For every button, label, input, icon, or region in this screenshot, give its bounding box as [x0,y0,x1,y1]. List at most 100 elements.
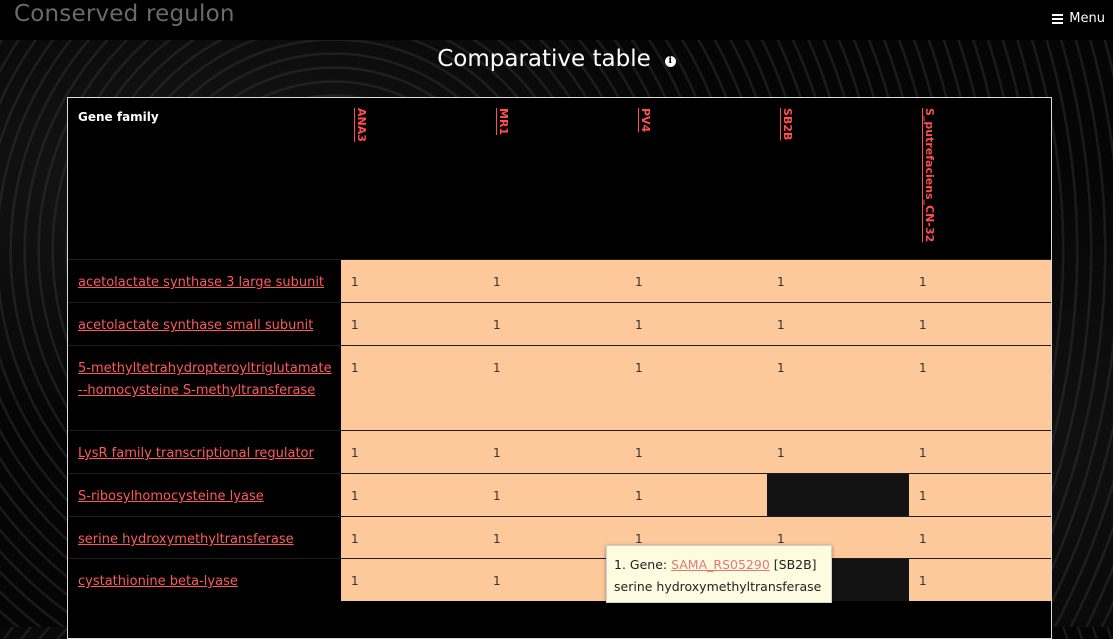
count-cell[interactable]: 1 [909,303,1051,345]
count-cell[interactable]: 1 [341,517,483,558]
column-link[interactable]: SB2B [781,108,794,140]
count-value: 1 [635,532,643,546]
table-row: 5-methyltetrahydropteroyltriglutamate--h… [68,345,1051,430]
table-row: S-ribosylhomocysteine lyase 1 1 1 1 [68,473,1051,516]
count-cell[interactable]: 1 [909,260,1051,302]
count-cell[interactable]: 1 [909,431,1051,473]
family-cell: serine hydroxymethyltransferase [68,517,341,558]
table-header: Gene family ANA3 MR1 PV4 SB2B S_putrefac… [68,98,1051,259]
count-cell[interactable]: 1 [483,517,625,558]
count-cell[interactable]: 1 [341,260,483,302]
count-cell[interactable]: 1 [483,303,625,345]
family-link[interactable]: acetolactate synthase small subunit [78,315,336,337]
count-value: 1 [493,446,501,460]
count-cell[interactable]: 1 [909,517,1051,558]
count-cell[interactable]: 1 [483,431,625,473]
count-cell[interactable]: 1 [483,260,625,302]
count-cell[interactable]: 1 [767,303,909,345]
count-cell[interactable]: 1 [767,431,909,473]
count-value: 1 [777,318,785,332]
count-cell[interactable]: 1 [625,260,767,302]
table-row: LysR family transcriptional regulator 1 … [68,430,1051,473]
count-cell[interactable]: 1 [341,474,483,516]
empty-cell [767,474,909,516]
column-header-s-putrefaciens: S_putrefaciens_CN-32 [923,108,937,256]
column-link[interactable]: PV4 [639,108,652,132]
count-value: 1 [777,361,785,375]
family-link[interactable]: serine hydroxymethyltransferase [78,529,336,551]
count-cell[interactable]: 1 [909,474,1051,516]
family-cell: cystathionine beta-lyase [68,559,341,601]
count-cell[interactable]: 1 [625,474,767,516]
gene-tooltip: 1. Gene: SAMA_RS05290 [SB2B] serine hydr… [606,545,832,603]
count-value: 1 [351,318,359,332]
tooltip-gene-line: 1. Gene: SAMA_RS05290 [SB2B] [614,554,824,576]
count-value: 1 [493,318,501,332]
count-value: 1 [351,532,359,546]
count-value: 1 [493,275,501,289]
column-header-ana3: ANA3 [355,108,369,256]
count-cell[interactable]: 1 [483,346,625,430]
table-row: cystathionine beta-lyase 1 1 1 [68,558,1051,601]
family-cell: acetolactate synthase small subunit [68,303,341,345]
count-value: 1 [351,489,359,503]
menu-label: Menu [1069,11,1105,26]
count-cell[interactable]: 1 [767,346,909,430]
count-value: 1 [635,489,643,503]
count-cell[interactable]: 1 [341,431,483,473]
family-link[interactable]: acetolactate synthase 3 large subunit [78,272,336,294]
count-value: 1 [635,361,643,375]
column-header-mr1: MR1 [497,108,511,256]
count-value: 1 [919,275,927,289]
family-link[interactable]: S-ribosylhomocysteine lyase [78,486,336,508]
info-icon[interactable]: i [664,56,676,67]
count-value: 1 [351,446,359,460]
column-link[interactable]: MR1 [497,108,510,135]
count-value: 1 [635,446,643,460]
menu-button[interactable]: Menu [1052,11,1105,26]
hamburger-icon [1052,12,1064,26]
table-row: acetolactate synthase 3 large subunit 1 … [68,259,1051,302]
count-value: 1 [493,532,501,546]
page-title-container: Comparative table i [0,46,1113,72]
column-link[interactable]: S_putrefaciens_CN-32 [923,108,936,242]
family-link[interactable]: cystathionine beta-lyase [78,571,336,593]
family-cell: S-ribosylhomocysteine lyase [68,474,341,516]
count-value: 1 [493,574,501,588]
comparative-table: Gene family ANA3 MR1 PV4 SB2B S_putrefac… [67,97,1052,639]
table-row: serine hydroxymethyltransferase 1 1 1 1 … [68,516,1051,558]
count-value: 1 [777,446,785,460]
count-cell[interactable]: 1 [625,303,767,345]
count-cell[interactable]: 1 [625,346,767,430]
column-header-pv4: PV4 [639,108,653,256]
family-cell: LysR family transcriptional regulator [68,431,341,473]
count-cell[interactable]: 1 [483,474,625,516]
tooltip-organism: [SB2B] [773,557,817,572]
count-value: 1 [777,275,785,289]
count-cell[interactable]: 1 [341,346,483,430]
count-value: 1 [635,318,643,332]
count-value: 1 [919,532,927,546]
tooltip-gene-link[interactable]: SAMA_RS05290 [671,557,770,572]
count-cell[interactable]: 1 [625,431,767,473]
family-link[interactable]: LysR family transcriptional regulator [78,443,336,465]
count-value: 1 [351,275,359,289]
tooltip-description: serine hydroxymethyltransferase [614,579,822,594]
count-cell[interactable]: 1 [767,260,909,302]
family-link[interactable]: 5-methyltetrahydropteroyltriglutamate--h… [78,358,336,402]
count-cell[interactable]: 1 [909,559,1051,601]
count-cell[interactable]: 1 [341,303,483,345]
family-cell: acetolactate synthase 3 large subunit [68,260,341,302]
app-title: Conserved regulon [14,1,235,27]
count-cell[interactable]: 1 [909,346,1051,430]
count-cell[interactable]: 1 [341,559,483,601]
count-value: 1 [919,574,927,588]
column-link[interactable]: ANA3 [355,108,368,142]
count-value: 1 [493,489,501,503]
page-title: Comparative table [437,46,651,72]
count-cell[interactable]: 1 [483,559,625,601]
count-value: 1 [635,275,643,289]
count-value: 1 [919,446,927,460]
tooltip-prefix: 1. Gene: [614,557,672,572]
family-cell: 5-methyltetrahydropteroyltriglutamate--h… [68,346,341,430]
